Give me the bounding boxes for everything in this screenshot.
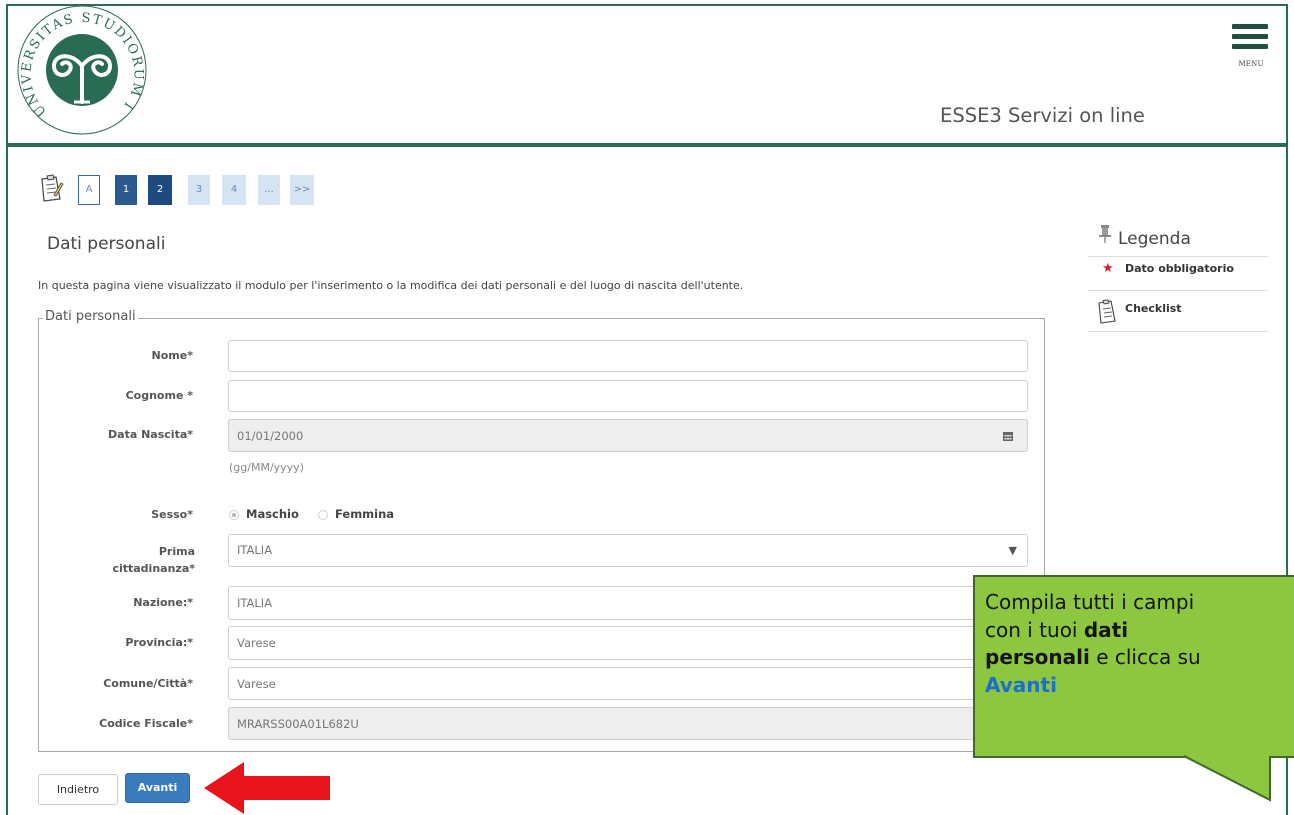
step-next[interactable]: >> xyxy=(290,175,314,205)
legenda-checklist-label: Checklist xyxy=(1125,302,1182,315)
nazione-label: Nazione:* xyxy=(133,596,193,609)
cittadinanza-value: ITALIA xyxy=(237,543,273,557)
callout-line-2: con i tuoi dati xyxy=(985,617,1129,642)
cognome-label: Cognome * xyxy=(125,389,193,402)
checklist-icon xyxy=(1098,299,1116,324)
legenda-divider xyxy=(1088,256,1268,257)
university-logo: UNIVERSITAS STUDIORUM INSUBRIAE xyxy=(16,4,147,135)
nome-input[interactable] xyxy=(228,340,1028,372)
data-nascita-label: Data Nascita* xyxy=(108,428,193,441)
step-2[interactable]: 2 xyxy=(148,175,172,205)
callout-avanti: Avanti xyxy=(985,672,1057,697)
cittadinanza-select[interactable]: ITALIA xyxy=(228,534,1028,567)
calendar-button[interactable] xyxy=(988,419,1028,452)
radio-femmina[interactable] xyxy=(318,510,328,520)
callout-tail xyxy=(1183,755,1271,802)
instruction-callout: Compila tutti i campi con i tuoi dati pe… xyxy=(973,575,1294,758)
menu-label: MENU xyxy=(1238,60,1264,68)
red-arrow-annotation xyxy=(204,762,330,814)
step-4[interactable]: 4 xyxy=(222,175,246,205)
chevron-down-icon xyxy=(1009,535,1017,566)
codice-fiscale-input[interactable] xyxy=(228,707,1028,740)
callout-line-1: Compila tutti i campi xyxy=(985,590,1195,614)
nome-label: Nome* xyxy=(151,349,193,362)
date-format-hint: (gg/MM/yyyy) xyxy=(229,461,304,474)
step-more[interactable]: ... xyxy=(258,175,280,205)
checklist-icon[interactable] xyxy=(38,173,64,203)
callout-line-3: personali e clicca su xyxy=(985,645,1201,669)
legenda-required-label: Dato obbligatorio xyxy=(1125,262,1234,275)
header-divider xyxy=(6,143,1288,147)
cognome-input[interactable] xyxy=(228,380,1028,412)
provincia-label: Provincia:* xyxy=(125,636,193,649)
cittadinanza-label: Prima cittadinanza* xyxy=(112,545,195,575)
codice-fiscale-label: Codice Fiscale* xyxy=(99,717,193,730)
nazione-input[interactable] xyxy=(228,586,1028,620)
fieldset-legend: Dati personali xyxy=(43,309,138,324)
step-3[interactable]: 3 xyxy=(188,175,210,205)
step-1[interactable]: 1 xyxy=(115,175,137,205)
back-button[interactable]: Indietro xyxy=(38,774,118,805)
page-title: Dati personali xyxy=(47,234,166,254)
star-icon xyxy=(1102,261,1114,277)
calendar-icon xyxy=(1003,432,1013,441)
sesso-label: Sesso* xyxy=(151,508,193,521)
pin-icon xyxy=(1099,225,1111,243)
radio-maschio-label: Maschio xyxy=(246,507,299,521)
app-title: ESSE3 Servizi on line xyxy=(940,104,1145,127)
data-nascita-input[interactable] xyxy=(228,419,989,452)
legenda-divider xyxy=(1088,331,1268,332)
comune-label: Comune/Città* xyxy=(103,677,193,690)
comune-input[interactable] xyxy=(228,667,1028,700)
provincia-input[interactable] xyxy=(228,626,1028,660)
next-button[interactable]: Avanti xyxy=(125,773,190,803)
legenda-title: Legenda xyxy=(1118,229,1191,249)
page-description: In questa pagina viene visualizzato il m… xyxy=(38,279,744,292)
radio-maschio[interactable] xyxy=(229,510,239,520)
legenda-divider xyxy=(1088,290,1268,291)
menu-button[interactable]: MENU xyxy=(1228,24,1274,68)
radio-femmina-label: Femmina xyxy=(335,507,395,521)
step-a[interactable]: A xyxy=(78,175,100,205)
